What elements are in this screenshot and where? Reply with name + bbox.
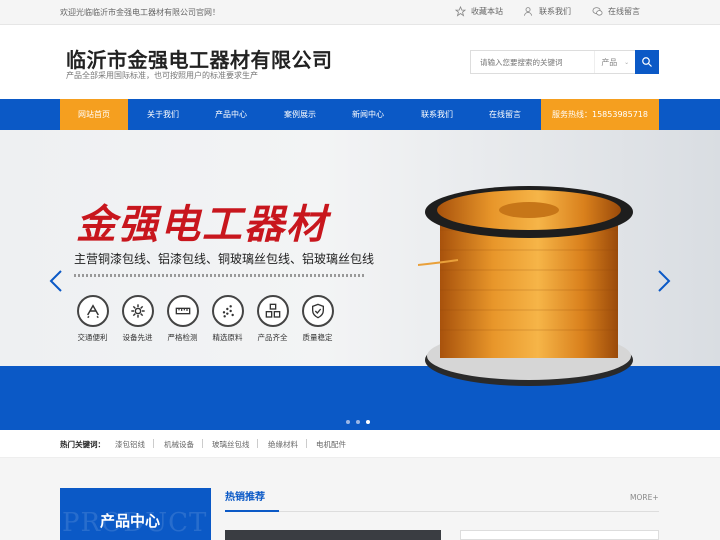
search-input[interactable] (471, 51, 595, 73)
prev-slide-arrow[interactable] (49, 270, 63, 292)
feature-item: 质量稳定 (299, 295, 336, 343)
keyword-link[interactable]: 漆包铝线 (115, 439, 145, 450)
contact-label: 联系我们 (539, 7, 571, 16)
slide-dot-active[interactable] (366, 420, 370, 424)
feature-list: 交通便利 设备先进 严格检测 精选原料 产品齐全 质量稳定 (74, 295, 336, 343)
company-slogan: 产品全部采用国际标准，也可按照用户的标准要求生产 (66, 71, 258, 80)
shield-check-icon (301, 295, 334, 327)
chevron-down-icon: ⌄ (624, 58, 630, 66)
star-icon (455, 6, 466, 17)
feature-label: 产品齐全 (257, 333, 288, 342)
section-divider (279, 511, 659, 512)
product-center-title: 产品中心 (100, 512, 161, 530)
favorite-label: 收藏本站 (471, 7, 503, 16)
keyword-link[interactable]: 绝缘材料 (268, 439, 298, 450)
nav-item-products[interactable]: 产品中心 (197, 99, 265, 130)
hot-recommend-underline (225, 510, 279, 512)
keyword-link[interactable]: 电机配件 (316, 439, 346, 450)
message-label: 在线留言 (608, 7, 640, 16)
product-center-heading[interactable]: PRODUCT 产品中心 (60, 488, 211, 540)
product-thumbnail[interactable] (460, 530, 659, 540)
user-icon (523, 7, 533, 16)
search-icon (642, 57, 652, 67)
search-scope-label: 产品 (601, 57, 618, 67)
slide-dot[interactable] (346, 420, 350, 424)
feature-label: 质量稳定 (302, 333, 333, 342)
feature-item: 严格检测 (164, 295, 201, 343)
slide-dot[interactable] (356, 420, 360, 424)
company-name[interactable]: 临沂市金强电工器材有限公司 (66, 44, 333, 73)
feature-label: 交通便利 (77, 333, 108, 342)
feature-label: 严格检测 (167, 333, 198, 342)
service-hotline: 服务热线：15853985718 (541, 99, 659, 130)
banner-headline: 金强电工器材 (76, 202, 328, 248)
hero-banner: 金强电工器材 主营铜漆包线、铝漆包线、铜玻璃丝包线、铝玻璃丝包线 交通便利 设备… (0, 130, 720, 430)
hot-keywords-bar: 热门关键词： 漆包铝线 机械设备 玻璃丝包线 绝缘材料 电机配件 (0, 430, 720, 458)
transport-icon (76, 295, 109, 327)
feature-label: 设备先进 (122, 333, 153, 342)
message-link[interactable]: 在线留言 (592, 6, 640, 17)
feature-label: 精选原料 (212, 333, 243, 342)
feature-item: 交通便利 (74, 295, 111, 343)
welcome-text: 欢迎光临临沂市金强电工器材有限公司官网！ (60, 8, 220, 17)
keyword-divider (306, 439, 307, 448)
nav-item-message[interactable]: 在线留言 (471, 99, 539, 130)
gear-icon (121, 295, 154, 327)
keyword-divider (153, 439, 154, 448)
keyword-divider (257, 439, 258, 448)
contact-link[interactable]: 联系我们 (523, 6, 571, 17)
product-thumbnail[interactable] (225, 530, 441, 540)
nav-item-news[interactable]: 新闻中心 (334, 99, 402, 130)
nav-item-contact[interactable]: 联系我们 (403, 99, 471, 130)
search-button[interactable] (635, 50, 659, 74)
search-scope-select[interactable]: 产品 ⌄ (594, 51, 635, 73)
more-link[interactable]: MORE+ (630, 493, 659, 502)
feature-item: 设备先进 (119, 295, 156, 343)
dots-icon (211, 295, 244, 327)
nav-item-home[interactable]: 网站首页 (60, 99, 128, 130)
favorite-link[interactable]: 收藏本站 (455, 6, 503, 17)
content-section: PRODUCT 产品中心 热销推荐 MORE+ (0, 458, 720, 540)
hot-keywords-label: 热门关键词： (60, 440, 105, 449)
feature-item: 精选原料 (209, 295, 246, 343)
nav-item-cases[interactable]: 案例展示 (266, 99, 334, 130)
top-bar: 欢迎光临临沂市金强电工器材有限公司官网！ 收藏本站 联系我们 在线留言 (0, 0, 720, 25)
nav-item-about[interactable]: 关于我们 (129, 99, 197, 130)
keyword-link[interactable]: 玻璃丝包线 (212, 439, 250, 450)
ruler-icon (166, 295, 199, 327)
banner-divider (74, 274, 364, 277)
hot-recommend-title: 热销推荐 (225, 492, 265, 503)
site-header: 临沂市金强电工器材有限公司 产品全部采用国际标准，也可按照用户的标准要求生产 产… (0, 25, 720, 99)
search-box: 产品 ⌄ (470, 50, 659, 74)
next-slide-arrow[interactable] (657, 270, 671, 292)
keyword-link[interactable]: 机械设备 (164, 439, 194, 450)
slide-indicators (346, 420, 370, 424)
banner-subline: 主营铜漆包线、铝漆包线、铜玻璃丝包线、铝玻璃丝包线 (74, 252, 375, 266)
chat-icon (592, 7, 603, 16)
copper-spool-image (418, 186, 633, 386)
main-nav: 网站首页 关于我们 产品中心 案例展示 新闻中心 联系我们 在线留言 服务热线：… (0, 99, 720, 130)
grid-icon (256, 295, 289, 327)
feature-item: 产品齐全 (254, 295, 291, 343)
keyword-divider (202, 439, 203, 448)
